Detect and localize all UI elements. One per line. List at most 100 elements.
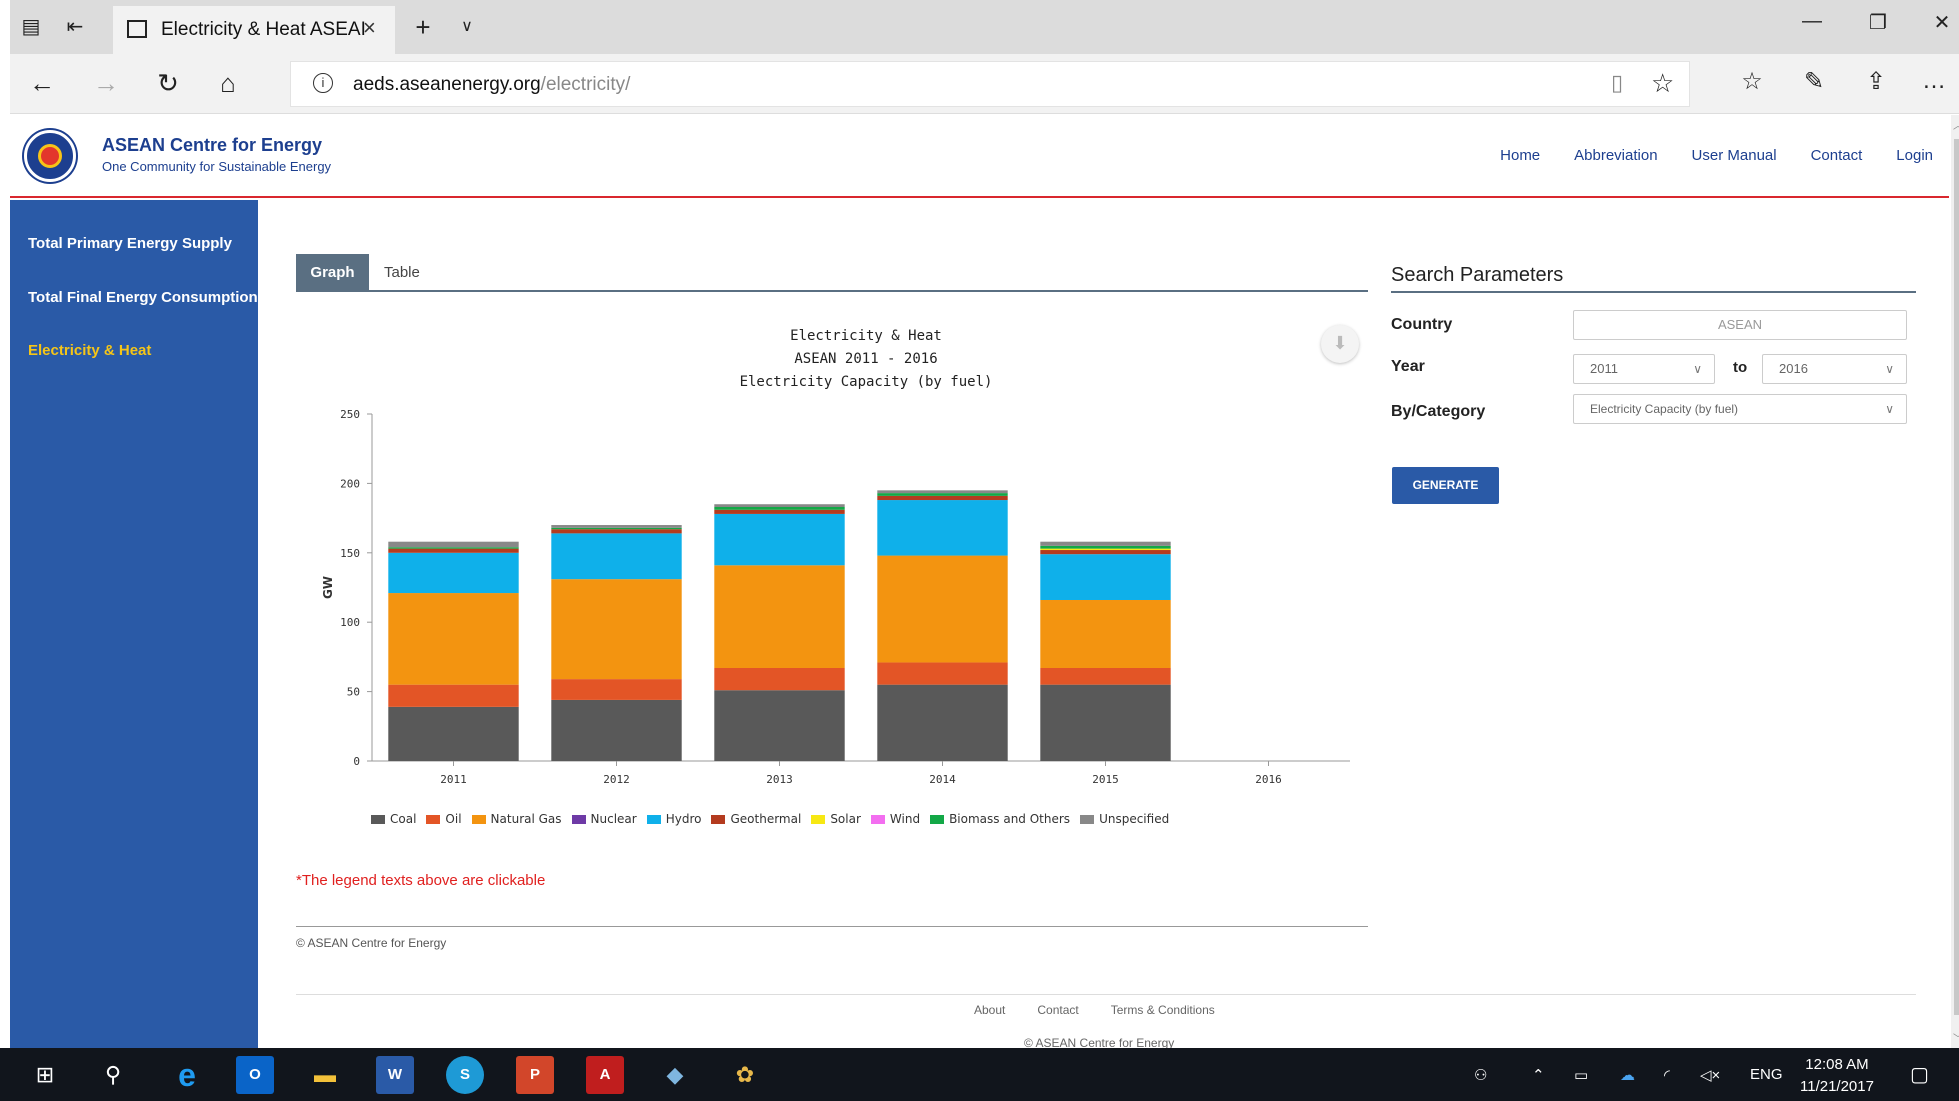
- legend-swatch: [571, 814, 586, 824]
- set-tabs-aside-icon[interactable]: ⇤: [60, 12, 90, 42]
- asean-logo[interactable]: [24, 130, 76, 182]
- bar-segment-coal: [388, 706, 519, 761]
- legend-item-solar[interactable]: Solar: [811, 812, 861, 826]
- chevron-down-icon: ∨: [1693, 362, 1702, 376]
- nav-login[interactable]: Login: [1896, 147, 1933, 164]
- show-hidden-icons-icon[interactable]: ⌃: [1532, 1066, 1545, 1084]
- year-from-select[interactable]: 2011 ∨: [1573, 354, 1715, 384]
- legend-label[interactable]: Solar: [830, 812, 861, 826]
- y-tick-label: 200: [340, 477, 360, 490]
- legend-label[interactable]: Oil: [445, 812, 461, 826]
- share-icon[interactable]: ⇪: [1856, 67, 1896, 96]
- paint-icon[interactable]: ✿: [726, 1056, 764, 1094]
- legend-label[interactable]: Geothermal: [730, 812, 801, 826]
- bar-segment-coal: [1040, 684, 1171, 761]
- stacked-bar-chart: 0 50 100 150 200 250 GW 2011 2012 2013 2014 2015 201…: [321, 408, 1350, 786]
- app-icon[interactable]: ◆: [656, 1056, 694, 1094]
- legend-label[interactable]: Biomass and Others: [949, 812, 1070, 826]
- skype-icon[interactable]: S: [446, 1056, 484, 1094]
- search-icon[interactable]: ⚲: [94, 1056, 132, 1094]
- legend-item-oil[interactable]: Oil: [426, 812, 462, 826]
- volume-icon[interactable]: ◁×: [1700, 1066, 1720, 1084]
- favorites-list-icon[interactable]: ☆: [1732, 67, 1772, 96]
- tab-table[interactable]: Table: [384, 254, 420, 291]
- refresh-icon[interactable]: ↻: [148, 68, 188, 99]
- edge-icon[interactable]: e: [168, 1056, 206, 1094]
- legend-item-nuclear[interactable]: Nuclear: [571, 812, 637, 826]
- legend-label[interactable]: Nuclear: [591, 812, 637, 826]
- site-info-icon[interactable]: i: [313, 73, 333, 93]
- sidebar-item-final-consumption[interactable]: Total Final Energy Consumption: [28, 289, 258, 306]
- legend-label[interactable]: Coal: [390, 812, 416, 826]
- footer-link-about[interactable]: About: [974, 1003, 1005, 1017]
- web-note-icon[interactable]: ✎: [1794, 67, 1834, 96]
- powerpoint-icon[interactable]: P: [516, 1056, 554, 1094]
- brand-name[interactable]: ASEAN Centre for Energy: [102, 135, 322, 156]
- country-input[interactable]: ASEAN: [1573, 310, 1907, 340]
- start-windows-icon[interactable]: ⊞: [26, 1056, 64, 1094]
- sidebar-item-electricity-heat[interactable]: Electricity & Heat: [28, 342, 151, 359]
- bar-segment-geothermal: [714, 509, 845, 514]
- year-label: Year: [1391, 358, 1425, 375]
- scroll-thumb[interactable]: [1954, 139, 1959, 1015]
- category-select[interactable]: Electricity Capacity (by fuel) ∨: [1573, 394, 1907, 424]
- legend-item-biomass-and-others[interactable]: Biomass and Others: [930, 812, 1070, 826]
- acrobat-icon[interactable]: A: [586, 1056, 624, 1094]
- page-scrollbar[interactable]: ︿ ﹀: [1951, 115, 1959, 1048]
- bar-segment-oil: [551, 679, 682, 700]
- legend-item-geothermal[interactable]: Geothermal: [711, 812, 801, 826]
- reading-view-icon[interactable]: ▯: [1611, 70, 1623, 96]
- language-indicator[interactable]: ENG: [1750, 1066, 1783, 1083]
- close-window-icon[interactable]: ✕: [1922, 10, 1959, 35]
- close-tab-icon[interactable]: ×: [363, 15, 376, 41]
- restore-icon[interactable]: ❐: [1858, 10, 1898, 35]
- onedrive-icon[interactable]: ☁: [1620, 1066, 1635, 1084]
- browser-tab[interactable]: Electricity & Heat ASEAI ×: [113, 6, 395, 54]
- outlook-icon[interactable]: O: [236, 1056, 274, 1094]
- minimize-icon[interactable]: —: [1792, 10, 1832, 33]
- year-to-select[interactable]: 2016 ∨: [1762, 354, 1907, 384]
- legend-swatch: [646, 814, 661, 824]
- legend-item-hydro[interactable]: Hydro: [646, 812, 702, 826]
- legend-item-wind[interactable]: Wind: [870, 812, 920, 826]
- more-icon[interactable]: …: [1914, 67, 1954, 95]
- nav-abbreviation[interactable]: Abbreviation: [1574, 147, 1657, 164]
- legend-label[interactable]: Hydro: [666, 812, 702, 826]
- word-icon[interactable]: W: [376, 1056, 414, 1094]
- favorite-star-icon[interactable]: ☆: [1651, 68, 1674, 99]
- nav-home[interactable]: Home: [1500, 147, 1540, 164]
- bar-segment-natural-gas: [714, 565, 845, 669]
- footer-link-contact[interactable]: Contact: [1037, 1003, 1078, 1017]
- nav-contact[interactable]: Contact: [1811, 147, 1863, 164]
- legend-label[interactable]: Wind: [890, 812, 920, 826]
- legend-item-coal[interactable]: Coal: [371, 812, 416, 826]
- generate-button[interactable]: GENERATE: [1392, 467, 1499, 504]
- legend-label[interactable]: Natural Gas: [491, 812, 562, 826]
- legend-label[interactable]: Unspecified: [1099, 812, 1169, 826]
- notifications-icon[interactable]: ▢: [1910, 1062, 1929, 1087]
- x-tick-label: 2013: [766, 773, 793, 786]
- file-explorer-icon[interactable]: ▬: [306, 1056, 344, 1094]
- clock[interactable]: 12:08 AM 11/21/2017: [1800, 1054, 1874, 1098]
- tab-preview-chevron-icon[interactable]: ∨: [452, 12, 482, 42]
- forward-icon[interactable]: →: [86, 68, 126, 99]
- bar-segment-unspecified: [714, 504, 845, 507]
- legend-item-natural-gas[interactable]: Natural Gas: [471, 812, 562, 826]
- chart-download-icon[interactable]: ⬇: [1321, 325, 1359, 363]
- battery-icon[interactable]: ▭: [1574, 1066, 1588, 1084]
- scroll-up-icon[interactable]: ︿: [1953, 117, 1959, 132]
- tab-graph[interactable]: Graph: [296, 254, 369, 291]
- new-tab-icon[interactable]: +: [408, 12, 438, 42]
- url-field[interactable]: i aeds.aseanenergy.org/electricity/ ▯ ☆: [290, 61, 1690, 107]
- nav-user-manual[interactable]: User Manual: [1692, 147, 1777, 164]
- footer-link-terms[interactable]: Terms & Conditions: [1111, 1003, 1215, 1017]
- sidebar-item-primary-energy[interactable]: Total Primary Energy Supply: [28, 235, 232, 252]
- scroll-down-icon[interactable]: ﹀: [1953, 1030, 1959, 1045]
- wifi-icon[interactable]: ◜: [1664, 1066, 1670, 1084]
- legend-item-unspecified[interactable]: Unspecified: [1080, 812, 1169, 826]
- bar-segment-natural-gas: [388, 593, 519, 685]
- people-icon[interactable]: ⚇: [1474, 1066, 1487, 1084]
- tab-list-icon[interactable]: ▤: [16, 12, 46, 42]
- back-icon[interactable]: ←: [22, 68, 62, 99]
- home-icon[interactable]: ⌂: [208, 68, 248, 99]
